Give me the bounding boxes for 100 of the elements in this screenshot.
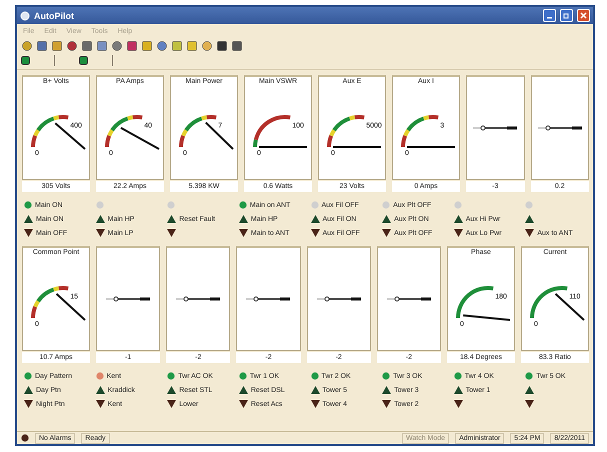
gauge-arc xyxy=(327,115,364,148)
down-triangle-icon xyxy=(167,400,176,408)
down-triangle-icon xyxy=(525,400,534,408)
raise-button[interactable] xyxy=(525,386,534,394)
minimize-button[interactable] xyxy=(543,9,556,22)
up-triangle-icon xyxy=(24,386,33,394)
idle-needle-drawing xyxy=(386,296,431,302)
alarm-icon xyxy=(21,434,29,442)
indicator-icon xyxy=(21,56,30,64)
gauge-arc xyxy=(530,286,568,318)
up-triangle-icon xyxy=(454,215,463,223)
close-button[interactable] xyxy=(577,9,590,22)
up-triangle-icon xyxy=(382,215,392,223)
gauge-needle xyxy=(54,122,86,150)
up-triangle-icon xyxy=(525,386,534,394)
up-triangle-icon xyxy=(238,386,248,394)
lower-button[interactable] xyxy=(454,400,463,408)
gauge-needle xyxy=(554,293,585,321)
up-triangle-icon xyxy=(310,215,320,223)
tool-icon xyxy=(36,40,48,52)
up-triangle-icon xyxy=(167,386,176,394)
down-triangle-icon xyxy=(454,229,463,237)
tool-icon xyxy=(231,40,243,52)
tool-icon xyxy=(96,40,108,52)
tool-icon xyxy=(51,40,63,52)
raise-button[interactable] xyxy=(525,215,534,223)
idle-needle-drawing xyxy=(246,296,290,302)
up-triangle-icon xyxy=(167,215,176,223)
gauge-arc xyxy=(31,286,68,318)
tool-icon xyxy=(156,40,168,52)
toolbar-tool-icon[interactable] xyxy=(81,40,93,52)
tool-icon xyxy=(21,40,33,52)
idle-needle-drawing xyxy=(106,296,150,302)
indicator-icon xyxy=(79,56,88,64)
down-triangle-icon xyxy=(96,229,105,237)
tool-icon xyxy=(141,40,153,52)
down-triangle-icon xyxy=(525,229,534,237)
lower-button[interactable] xyxy=(525,400,534,408)
tool-icon xyxy=(126,40,138,52)
toolbar-tool-icon[interactable] xyxy=(216,40,228,52)
toolbar-tool-icon[interactable] xyxy=(96,40,108,52)
idle-needle-drawing xyxy=(176,296,220,302)
lower-button[interactable] xyxy=(167,229,176,237)
window-title: AutoPilot xyxy=(34,10,75,20)
toolbar-tool-icon[interactable] xyxy=(51,40,63,52)
tool-icon xyxy=(66,40,78,52)
up-triangle-icon xyxy=(96,215,105,223)
toolbar-tool-icon[interactable] xyxy=(36,40,48,52)
toolbar-tool-icon[interactable] xyxy=(21,40,33,52)
down-triangle-icon xyxy=(310,229,320,237)
down-triangle-icon xyxy=(382,400,392,408)
tool-icon xyxy=(81,40,93,52)
gauge-needle xyxy=(259,146,307,148)
gauge-arc xyxy=(253,115,290,148)
down-triangle-icon xyxy=(24,400,33,408)
gauge-needle xyxy=(120,126,160,150)
idle-needle-drawing xyxy=(473,125,518,131)
gauge-arc xyxy=(179,115,216,148)
toolbar-tool-icon[interactable] xyxy=(111,40,123,52)
toolbar-tool-icon[interactable] xyxy=(201,40,213,52)
toolbar-tool-icon[interactable] xyxy=(141,40,153,52)
up-triangle-icon xyxy=(454,386,463,394)
gauge-needle xyxy=(205,122,234,150)
gauge-arc xyxy=(401,115,438,148)
tool-icon xyxy=(216,40,228,52)
up-triangle-icon xyxy=(525,215,534,223)
tool-icon xyxy=(171,40,183,52)
up-triangle-icon xyxy=(24,215,33,223)
down-triangle-icon xyxy=(382,229,392,237)
idle-needle-drawing xyxy=(538,125,582,131)
gauge-needle xyxy=(333,146,381,148)
gauge-arc xyxy=(456,286,494,318)
up-triangle-icon xyxy=(382,386,392,394)
gauge-needle xyxy=(463,314,510,321)
app-icon xyxy=(20,10,30,20)
gauge-arc xyxy=(105,115,142,148)
toolbar-tool-icon[interactable] xyxy=(156,40,168,52)
down-triangle-icon xyxy=(238,400,248,408)
up-triangle-icon xyxy=(96,386,105,394)
down-triangle-icon xyxy=(238,229,248,237)
tool-icon xyxy=(186,40,198,52)
toolbar-tool-icon[interactable] xyxy=(231,40,243,52)
gauge-needle xyxy=(407,146,455,148)
tool-icon xyxy=(201,40,213,52)
idle-needle-drawing xyxy=(316,296,361,302)
restore-icon xyxy=(563,12,570,19)
down-triangle-icon xyxy=(310,400,320,408)
restore-button[interactable] xyxy=(560,9,573,22)
toolbar-tool-icon[interactable] xyxy=(66,40,78,52)
gauge-arc xyxy=(31,115,68,148)
down-triangle-icon xyxy=(24,229,33,237)
toolbar-tool-icon[interactable] xyxy=(126,40,138,52)
down-triangle-icon xyxy=(454,400,463,408)
down-triangle-icon xyxy=(167,229,176,237)
close-icon xyxy=(580,12,587,19)
up-triangle-icon xyxy=(238,215,248,223)
gauge-needle xyxy=(56,293,86,321)
tool-icon xyxy=(111,40,123,52)
up-triangle-icon xyxy=(310,386,320,394)
down-triangle-icon xyxy=(96,400,105,408)
